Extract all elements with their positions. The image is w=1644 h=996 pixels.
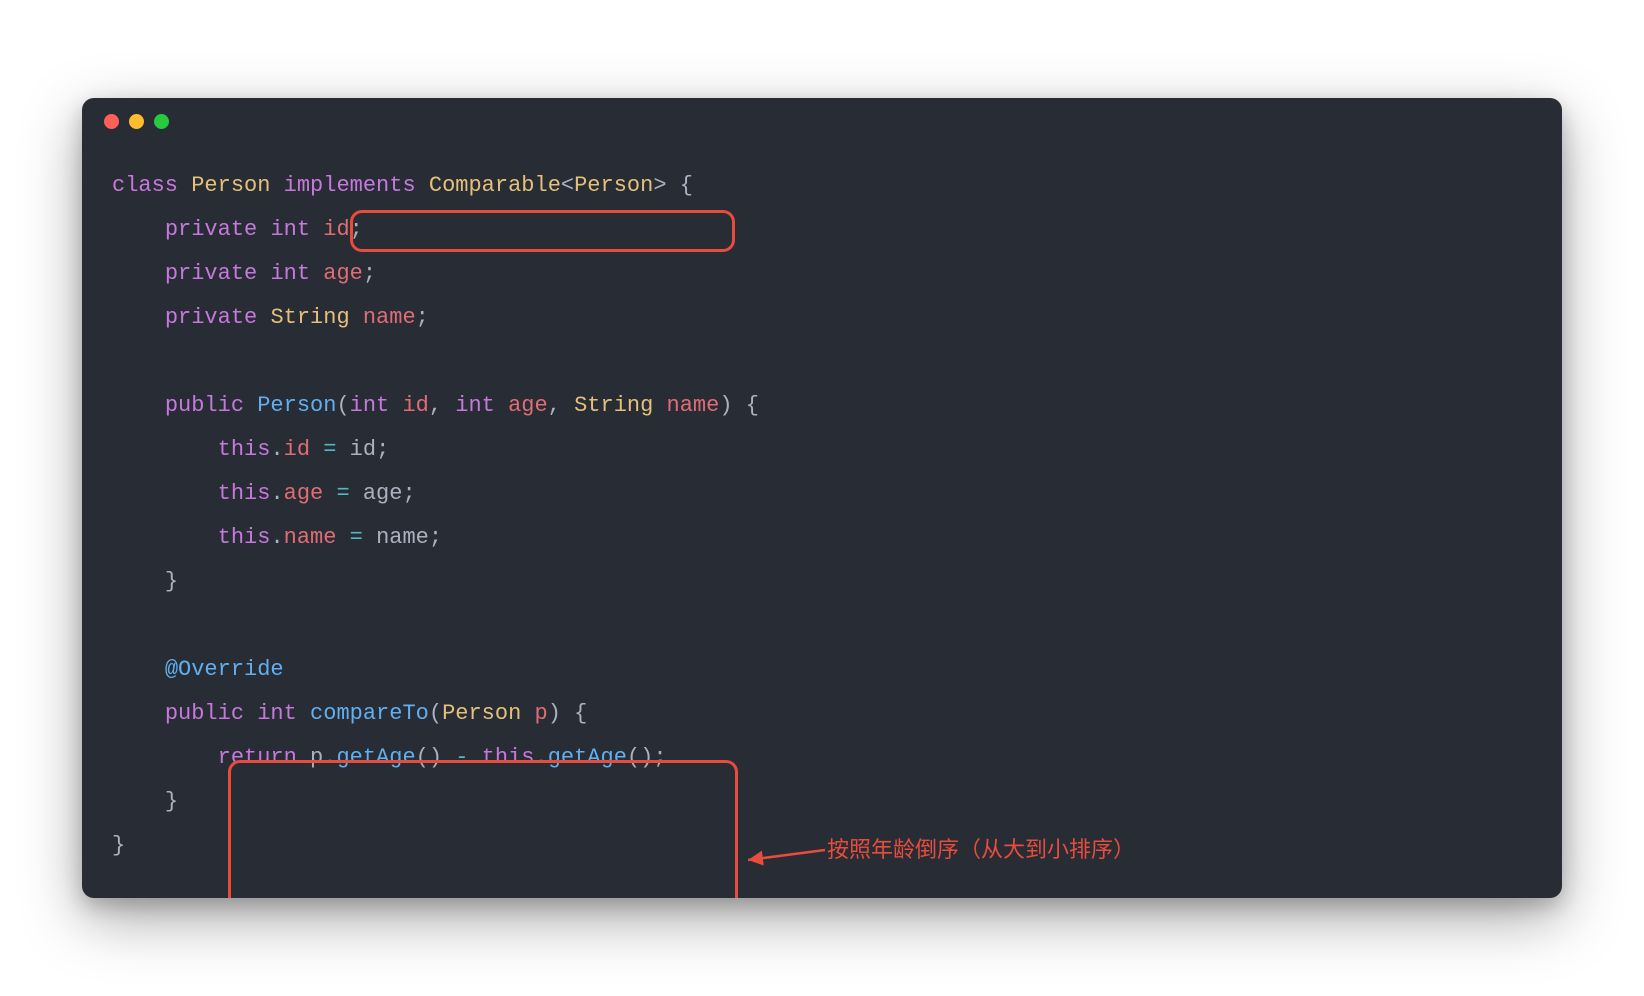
semi: ; bbox=[402, 481, 415, 506]
lt: < bbox=[561, 173, 574, 198]
kw-int: int bbox=[455, 393, 495, 418]
var-p: p bbox=[310, 745, 323, 770]
brace: { bbox=[561, 701, 587, 726]
code-block: class Person implements Comparable<Perso… bbox=[112, 164, 1532, 868]
kw-private: private bbox=[165, 305, 257, 330]
lp: ( bbox=[336, 393, 349, 418]
call: () bbox=[416, 745, 442, 770]
dot: . bbox=[323, 745, 336, 770]
kw-return: return bbox=[218, 745, 297, 770]
minimize-icon[interactable] bbox=[129, 114, 144, 129]
gt: > bbox=[653, 173, 666, 198]
dot: . bbox=[270, 437, 283, 462]
method-getage: getAge bbox=[336, 745, 415, 770]
eq: = bbox=[336, 525, 376, 550]
dot: . bbox=[270, 525, 283, 550]
kw-public: public bbox=[165, 701, 244, 726]
minus: - bbox=[442, 745, 482, 770]
brace-close: } bbox=[165, 569, 178, 594]
kw-this: this bbox=[218, 481, 271, 506]
generic: Person bbox=[574, 173, 653, 198]
semi: ; bbox=[429, 525, 442, 550]
dot: . bbox=[535, 745, 548, 770]
type-string: String bbox=[270, 305, 349, 330]
param-id: id bbox=[402, 393, 428, 418]
kw-int: int bbox=[270, 217, 310, 242]
brace: { bbox=[667, 173, 693, 198]
field-age: age bbox=[323, 261, 363, 286]
kw-int: int bbox=[257, 701, 297, 726]
param-age: age bbox=[508, 393, 548, 418]
code-window: 按照年龄倒序（从大到小排序） class Person implements C… bbox=[82, 98, 1562, 898]
ctor-person: Person bbox=[257, 393, 336, 418]
kw-int: int bbox=[270, 261, 310, 286]
kw-this: this bbox=[482, 745, 535, 770]
kw-private: private bbox=[165, 261, 257, 286]
close-icon[interactable] bbox=[104, 114, 119, 129]
semi: ; bbox=[350, 217, 363, 242]
semi: ; bbox=[376, 437, 389, 462]
semi: ; bbox=[363, 261, 376, 286]
val-id: id bbox=[350, 437, 376, 462]
rp: ) bbox=[719, 393, 732, 418]
type-person: Person bbox=[442, 701, 521, 726]
kw-this: this bbox=[218, 525, 271, 550]
param-p: p bbox=[535, 701, 548, 726]
dot: . bbox=[270, 481, 283, 506]
brace-close: } bbox=[165, 789, 178, 814]
val-age: age bbox=[363, 481, 403, 506]
rp: ) bbox=[548, 701, 561, 726]
method-compareto: compareTo bbox=[310, 701, 429, 726]
eq: = bbox=[310, 437, 350, 462]
kw-class: class bbox=[112, 173, 178, 198]
field-age: age bbox=[284, 481, 324, 506]
field-id: id bbox=[284, 437, 310, 462]
window-titlebar bbox=[82, 98, 1562, 144]
field-id: id bbox=[323, 217, 349, 242]
eq: = bbox=[323, 481, 363, 506]
val-name: name bbox=[376, 525, 429, 550]
annotation-override: @Override bbox=[165, 657, 284, 682]
kw-implements: implements bbox=[284, 173, 416, 198]
semi: ; bbox=[653, 745, 666, 770]
field-name: name bbox=[363, 305, 416, 330]
field-name: name bbox=[284, 525, 337, 550]
kw-this: this bbox=[218, 437, 271, 462]
param-name: name bbox=[667, 393, 720, 418]
maximize-icon[interactable] bbox=[154, 114, 169, 129]
lp: ( bbox=[429, 701, 442, 726]
method-getage: getAge bbox=[548, 745, 627, 770]
semi: ; bbox=[416, 305, 429, 330]
kw-int: int bbox=[350, 393, 390, 418]
call: () bbox=[627, 745, 653, 770]
kw-public: public bbox=[165, 393, 244, 418]
brace: { bbox=[733, 393, 759, 418]
type-person: Person bbox=[191, 173, 270, 198]
comma: , bbox=[548, 393, 574, 418]
brace-close: } bbox=[112, 833, 125, 858]
kw-private: private bbox=[165, 217, 257, 242]
type-string: String bbox=[574, 393, 653, 418]
type-comparable: Comparable bbox=[429, 173, 561, 198]
code-area: 按照年龄倒序（从大到小排序） class Person implements C… bbox=[82, 144, 1562, 898]
comma: , bbox=[429, 393, 455, 418]
